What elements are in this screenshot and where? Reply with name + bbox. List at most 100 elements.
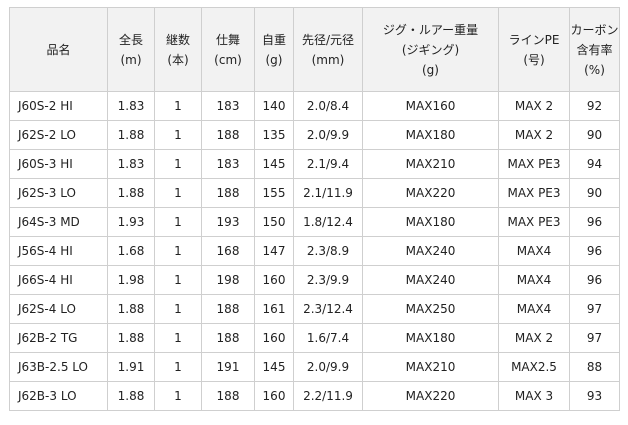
cell-col-closed-length: 183 [201, 149, 255, 179]
cell-col-pieces: 1 [154, 91, 202, 121]
cell-col-lure-weight: MAX180 [362, 323, 499, 353]
cell-col-length: 1.88 [107, 120, 155, 150]
table-row: J62S-3 LO 1.88 1 188 155 2.1/11.9 MAX220 MAX PE… [9, 178, 620, 208]
header-text: (g) [422, 62, 439, 77]
header-text: ラインPE [508, 32, 560, 47]
cell-col-pieces: 1 [154, 149, 202, 179]
cell-col-length: 1.88 [107, 323, 155, 353]
cell-col-carbon: 90 [569, 178, 620, 208]
header-text: 先径/元径 [301, 32, 355, 47]
cell-col-carbon: 93 [569, 381, 620, 411]
cell-col-lure-weight: MAX210 [362, 352, 499, 382]
cell-col-lure-weight: MAX210 [362, 149, 499, 179]
table-row: J66S-4 HI 1.98 1 198 160 2.3/9.9 MAX240 MAX4 96 [9, 265, 620, 295]
cell-col-weight: 160 [254, 265, 294, 295]
cell-col-line-pe: MAX4 [498, 265, 570, 295]
cell-col-tip-butt: 2.3/8.9 [293, 236, 363, 266]
table-row: J62B-2 TG 1.88 1 188 160 1.6/7.4 MAX180 MAX 2 97 [9, 323, 620, 353]
cell-col-weight: 160 [254, 323, 294, 353]
cell-col-pieces: 1 [154, 207, 202, 237]
cell-col-length: 1.83 [107, 149, 155, 179]
cell-col-line-pe: MAX PE3 [498, 149, 570, 179]
spec-table-container: 品名 全長 (m) 継数 (本) 仕舞 (cm) 自重 (g) 先径/元径 (mm) ジグ・ルアー重量… [9, 7, 620, 411]
table-row: J60S-2 HI 1.83 1 183 140 2.0/8.4 MAX160 MAX 2 92 [9, 91, 620, 121]
header-text: 全長 [118, 32, 143, 47]
cell-col-carbon: 97 [569, 323, 620, 353]
cell-col-tip-butt: 2.2/11.9 [293, 381, 363, 411]
header-text: (本) [167, 52, 189, 67]
table-row: J60S-3 HI 1.83 1 183 145 2.1/9.4 MAX210 MAX PE3… [9, 149, 620, 179]
cell-col-carbon: 94 [569, 149, 620, 179]
header-text: (ジギング) [401, 42, 460, 57]
cell-col-carbon: 97 [569, 294, 620, 324]
header-col-weight: 自重 (g) [254, 7, 294, 92]
cell-col-name: J62B-3 LO [9, 381, 108, 411]
cell-col-name: J56S-4 HI [9, 236, 108, 266]
cell-col-tip-butt: 2.0/9.9 [293, 352, 363, 382]
table-row: J62S-4 LO 1.88 1 188 161 2.3/12.4 MAX250 MAX4 97 [9, 294, 620, 324]
cell-col-carbon: 96 [569, 207, 620, 237]
cell-col-weight: 160 [254, 381, 294, 411]
header-text: 品名 [46, 42, 71, 57]
header-text: カーボン [570, 22, 619, 37]
cell-col-name: J66S-4 HI [9, 265, 108, 295]
cell-col-name: J64S-3 MD [9, 207, 108, 237]
cell-col-closed-length: 188 [201, 294, 255, 324]
cell-col-carbon: 88 [569, 352, 620, 382]
cell-col-pieces: 1 [154, 236, 202, 266]
cell-col-tip-butt: 2.3/12.4 [293, 294, 363, 324]
cell-col-carbon: 96 [569, 265, 620, 295]
cell-col-tip-butt: 2.0/8.4 [293, 91, 363, 121]
table-row: J62S-2 LO 1.88 1 188 135 2.0/9.9 MAX180 MAX 2 90 [9, 120, 620, 150]
cell-col-closed-length: 183 [201, 91, 255, 121]
cell-col-weight: 147 [254, 236, 294, 266]
header-col-lure-weight: ジグ・ルアー重量 (ジギング) (g) [362, 7, 499, 92]
cell-col-closed-length: 188 [201, 323, 255, 353]
cell-col-closed-length: 191 [201, 352, 255, 382]
table-row: J62B-3 LO 1.88 1 188 160 2.2/11.9 MAX220 MAX 39… [9, 381, 620, 411]
cell-col-lure-weight: MAX220 [362, 178, 499, 208]
header-text: (%) [584, 62, 605, 77]
cell-col-name: J60S-2 HI [9, 91, 108, 121]
header-text: ジグ・ルアー重量 [382, 22, 479, 37]
header-row: 品名 全長 (m) 継数 (本) 仕舞 (cm) 自重 (g) 先径/元径 (mm) ジグ・ルアー重量… [9, 7, 620, 92]
header-col-line-pe: ラインPE (号) [498, 7, 570, 92]
cell-col-name: J62S-2 LO [9, 120, 108, 150]
cell-col-line-pe: MAX 2 [498, 120, 570, 150]
cell-col-pieces: 1 [154, 294, 202, 324]
cell-col-pieces: 1 [154, 265, 202, 295]
cell-col-closed-length: 168 [201, 236, 255, 266]
header-col-length: 全長 (m) [107, 7, 155, 92]
cell-col-tip-butt: 1.6/7.4 [293, 323, 363, 353]
cell-col-name: J60S-3 HI [9, 149, 108, 179]
header-col-tip-butt: 先径/元径 (mm) [293, 7, 363, 92]
cell-col-length: 1.88 [107, 294, 155, 324]
cell-col-lure-weight: MAX220 [362, 381, 499, 411]
table-body: J60S-2 HI 1.83 1 183 140 2.0/8.4 MAX160 MAX 2 92… [9, 91, 620, 411]
cell-col-closed-length: 198 [201, 265, 255, 295]
table-row: J56S-4 HI 1.68 1 168 147 2.3/8.9 MAX240 MAX4 96 [9, 236, 620, 266]
cell-col-line-pe: MAX PE3 [498, 178, 570, 208]
cell-col-lure-weight: MAX250 [362, 294, 499, 324]
cell-col-weight: 155 [254, 178, 294, 208]
cell-col-line-pe: MAX 2 [498, 91, 570, 121]
cell-col-lure-weight: MAX180 [362, 120, 499, 150]
header-col-pieces: 継数 (本) [154, 7, 202, 92]
cell-col-length: 1.68 [107, 236, 155, 266]
cell-col-lure-weight: MAX180 [362, 207, 499, 237]
cell-col-length: 1.93 [107, 207, 155, 237]
cell-col-tip-butt: 2.1/11.9 [293, 178, 363, 208]
cell-col-name: J62B-2 TG [9, 323, 108, 353]
header-text: 継数 [165, 32, 190, 47]
table-row: J63B-2.5 LO 1.91 1 191 145 2.0/9.9 MAX210 MAX2.… [9, 352, 620, 382]
cell-col-pieces: 1 [154, 120, 202, 150]
cell-col-line-pe: MAX PE3 [498, 207, 570, 237]
cell-col-pieces: 1 [154, 323, 202, 353]
cell-col-name: J62S-4 LO [9, 294, 108, 324]
cell-col-lure-weight: MAX240 [362, 265, 499, 295]
cell-col-weight: 145 [254, 352, 294, 382]
cell-col-tip-butt: 2.3/9.9 [293, 265, 363, 295]
cell-col-weight: 161 [254, 294, 294, 324]
header-text: 含有率 [576, 42, 613, 57]
cell-col-length: 1.98 [107, 265, 155, 295]
